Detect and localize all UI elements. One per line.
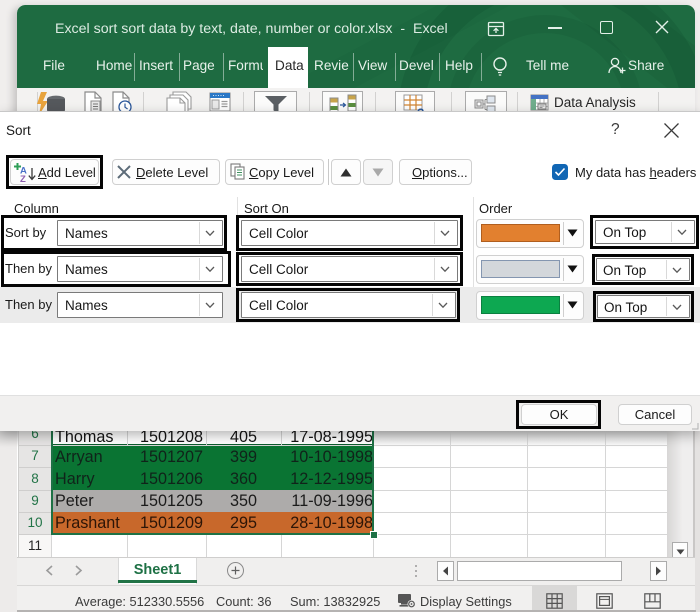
svg-text:Z: Z (20, 174, 26, 182)
